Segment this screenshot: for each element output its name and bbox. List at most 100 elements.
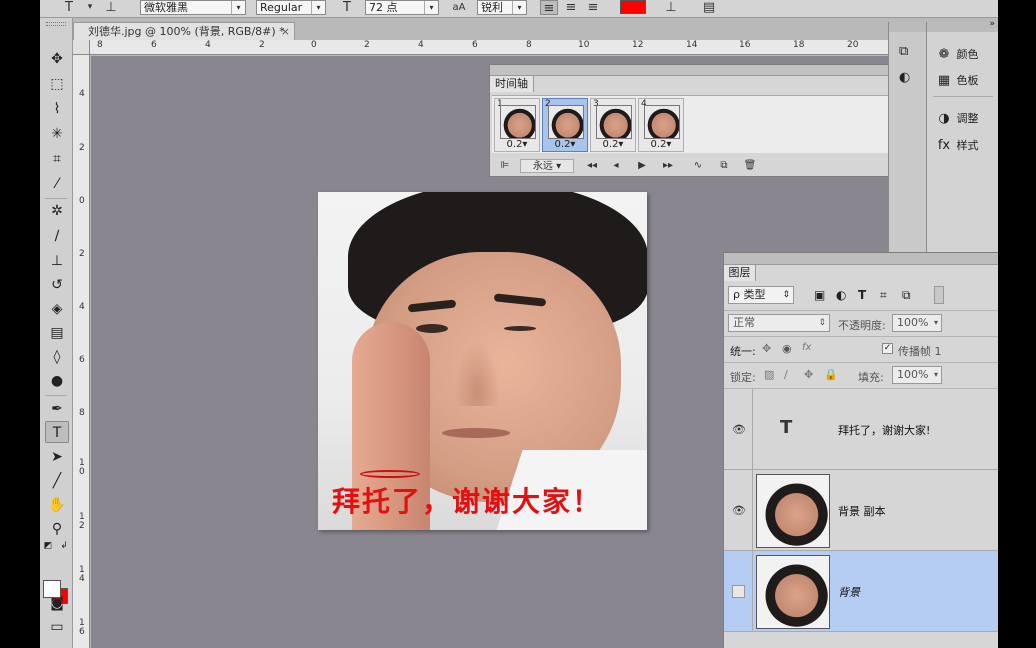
tab-layers[interactable]: 图层 xyxy=(724,265,756,281)
gradient-tool-icon[interactable]: ▤ xyxy=(45,322,69,344)
type-tool-icon[interactable]: T xyxy=(60,0,78,15)
frame-delay[interactable]: 0.2▾ xyxy=(543,139,587,150)
filter-adjustment-icon[interactable]: ◐ xyxy=(836,288,846,302)
brush-tool-icon[interactable]: ∕ xyxy=(45,225,69,247)
layer-row[interactable]: 👁 T 拜托了，谢谢大家! xyxy=(724,389,998,470)
align-left-icon[interactable]: ≡ xyxy=(540,0,558,16)
close-icon[interactable]: × xyxy=(281,23,290,40)
swatches-panel-button[interactable]: ▦ 色板 xyxy=(935,69,997,93)
font-size-select[interactable]: 72 点 ▾ xyxy=(365,0,439,15)
propagate-label: 传播帧 1 xyxy=(898,345,942,358)
color-panel-button[interactable]: ❁ 颜色 xyxy=(935,43,997,67)
panel-title-bar[interactable] xyxy=(724,253,998,265)
path-selection-tool-icon[interactable]: ➤ xyxy=(45,446,69,468)
type-tool-icon[interactable]: T xyxy=(45,421,69,443)
previous-frame-icon[interactable]: ◂ xyxy=(606,159,626,173)
lock-pixels-icon[interactable]: ∕ xyxy=(784,368,788,381)
lock-all-icon[interactable]: 🔒 xyxy=(824,368,838,381)
filter-pixel-icon[interactable]: ▣ xyxy=(814,288,825,302)
play-icon[interactable]: ▶ xyxy=(632,159,652,173)
vertical-ruler[interactable]: 4 2 0 2 4 6 8 1 0 1 2 1 4 1 6 xyxy=(73,55,90,648)
frame-delay[interactable]: 0.2▾ xyxy=(591,139,635,150)
trash-icon[interactable]: 🗑 xyxy=(740,159,760,173)
timeline-frame[interactable]: 2 0.2▾ xyxy=(542,98,588,152)
foreground-color-swatch[interactable] xyxy=(43,580,61,598)
crop-tool-icon[interactable]: ⌗ xyxy=(45,148,69,170)
zoom-tool-icon[interactable]: ⚲ xyxy=(45,518,69,540)
healing-brush-tool-icon[interactable]: ✲ xyxy=(45,200,69,222)
unify-position-icon[interactable]: ✥ xyxy=(762,342,771,355)
layer-comps-icon[interactable]: ⧉ xyxy=(899,44,908,59)
align-right-icon[interactable]: ≡ xyxy=(584,0,602,15)
timeline-frame[interactable]: 4 0.2▾ xyxy=(638,98,684,152)
dodge-tool-icon[interactable]: ● xyxy=(45,370,69,392)
swap-colors-icon[interactable]: ↲ xyxy=(58,540,70,552)
filter-type-icon[interactable]: T xyxy=(858,288,866,302)
duplicate-frame-icon[interactable]: ⧉ xyxy=(714,159,734,173)
tool-preset-dropdown-icon[interactable]: ▾ xyxy=(84,0,96,15)
ruler-corner[interactable] xyxy=(73,40,90,55)
antialias-select[interactable]: 锐利 ▾ xyxy=(477,0,527,15)
propagate-checkbox[interactable]: ✓ xyxy=(882,343,893,354)
lock-position-icon[interactable]: ✥ xyxy=(804,368,813,381)
unify-visibility-icon[interactable]: ◉ xyxy=(782,342,792,355)
timeline-frame[interactable]: 1 0.2▾ xyxy=(494,98,540,152)
align-center-icon[interactable]: ≡ xyxy=(562,0,580,15)
loop-select[interactable]: 永远 ▾ xyxy=(520,159,574,173)
eyedropper-tool-icon[interactable]: ⁄ xyxy=(45,173,69,195)
default-colors-icon[interactable]: ◩ xyxy=(42,540,54,552)
panel-title-bar[interactable]: » xyxy=(927,19,998,32)
warp-text-icon[interactable]: ⊥ xyxy=(662,0,680,15)
blend-mode-select[interactable]: 正常 ⇕ xyxy=(728,314,830,332)
fill-field[interactable]: 100% ▾ xyxy=(892,366,942,384)
character-panel-icon[interactable]: ▤ xyxy=(700,0,718,15)
layer-filter-select[interactable]: ρ 类型 ⇕ xyxy=(728,286,794,304)
layer-row[interactable]: 👁 背景 副本 xyxy=(724,470,998,551)
line-tool-icon[interactable]: ╱ xyxy=(45,470,69,492)
eye-icon[interactable]: 👁 xyxy=(732,423,746,436)
filter-toggle[interactable] xyxy=(934,286,944,304)
convert-timeline-icon[interactable]: ⊫ xyxy=(494,159,516,173)
horizontal-ruler[interactable]: 8 6 4 2 0 2 4 6 8 10 12 14 16 18 20 xyxy=(90,40,890,55)
tab-timeline[interactable]: 时间轴 xyxy=(490,76,534,92)
frame-delay[interactable]: 0.2▾ xyxy=(639,139,683,150)
first-frame-icon[interactable]: ◂◂ xyxy=(582,159,602,173)
visibility-toggle[interactable] xyxy=(732,585,745,598)
lock-transparency-icon[interactable]: ▨ xyxy=(764,368,774,381)
panel-grip[interactable] xyxy=(46,22,66,26)
tween-icon[interactable]: ∿ xyxy=(688,159,708,173)
font-style-select[interactable]: Regular ▾ xyxy=(256,0,326,15)
next-frame-icon[interactable]: ▸▸ xyxy=(658,159,678,173)
lasso-tool-icon[interactable]: ⌇ xyxy=(45,98,69,120)
history-brush-tool-icon[interactable]: ↺ xyxy=(45,274,69,296)
screen-mode-icon[interactable]: ▭ xyxy=(45,616,69,638)
info-icon[interactable]: ◐ xyxy=(899,70,910,85)
chevron-down-icon: ▾ xyxy=(424,1,438,14)
layer-row[interactable]: 背景 xyxy=(724,551,998,632)
eraser-tool-icon[interactable]: ◈ xyxy=(45,298,69,320)
pen-tool-icon[interactable]: ✒ xyxy=(45,398,69,420)
document-tab[interactable]: 刘德华.jpg @ 100% (背景, RGB/8#) * × xyxy=(73,22,295,40)
text-orientation-icon[interactable]: ⊥ xyxy=(102,0,120,15)
document-image[interactable]: 拜托了，谢谢大家！ xyxy=(318,192,647,530)
marquee-tool-icon[interactable]: ⬚ xyxy=(45,73,69,95)
panel-title-bar[interactable] xyxy=(889,22,927,32)
text-color-swatch[interactable] xyxy=(620,0,646,14)
timeline-frame[interactable]: 3 0.2▾ xyxy=(590,98,636,152)
filter-shape-icon[interactable]: ⌗ xyxy=(880,288,887,303)
filter-smartobject-icon[interactable]: ⧉ xyxy=(902,288,911,303)
panel-title-bar[interactable]: « × xyxy=(490,64,912,76)
eye-icon[interactable]: 👁 xyxy=(732,504,746,517)
blur-tool-icon[interactable]: ◊ xyxy=(45,346,69,368)
collapse-icon[interactable]: » xyxy=(989,19,995,29)
move-tool-icon[interactable]: ✥ xyxy=(45,48,69,70)
hand-tool-icon[interactable]: ✋ xyxy=(45,494,69,516)
magic-wand-tool-icon[interactable]: ✳ xyxy=(45,123,69,145)
opacity-field[interactable]: 100% ▾ xyxy=(892,314,942,332)
styles-panel-button[interactable]: fx 样式 xyxy=(935,134,997,158)
frame-delay[interactable]: 0.2▾ xyxy=(495,139,539,150)
unify-style-icon[interactable]: fx xyxy=(802,342,811,353)
clone-stamp-tool-icon[interactable]: ⊥ xyxy=(45,250,69,272)
font-family-select[interactable]: 微软雅黑 ▾ xyxy=(140,0,246,15)
adjustments-panel-button[interactable]: ◑ 调整 xyxy=(935,107,997,131)
